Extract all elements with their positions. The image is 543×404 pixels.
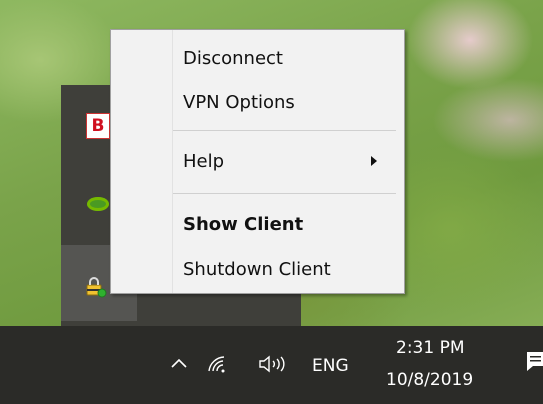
- input-language[interactable]: ENG: [312, 356, 349, 376]
- menu-icon-gutter: [111, 30, 173, 293]
- menu-item-show-client[interactable]: Show Client: [173, 207, 404, 241]
- menu-item-label: Shutdown Client: [183, 258, 331, 280]
- chevron-up-icon[interactable]: [171, 358, 187, 368]
- clock-date[interactable]: 10/8/2019: [386, 370, 473, 390]
- menu-item-label: Help: [183, 150, 225, 172]
- menu-item-help[interactable]: Help: [173, 144, 404, 178]
- menu-item-vpn-options[interactable]: VPN Options: [173, 85, 404, 119]
- vpn-context-menu: Disconnect VPN Options Help Show Client …: [110, 29, 405, 294]
- menu-item-disconnect[interactable]: Disconnect: [173, 41, 404, 75]
- notifications-icon[interactable]: [526, 350, 543, 378]
- menu-item-label: Show Client: [183, 213, 304, 235]
- menu-item-shutdown-client[interactable]: Shutdown Client: [173, 252, 404, 286]
- menu-item-label: Disconnect: [183, 47, 283, 69]
- menu-item-label: VPN Options: [183, 91, 295, 113]
- menu-separator: [173, 193, 396, 194]
- wifi-icon[interactable]: [207, 354, 229, 374]
- menu-separator: [173, 130, 396, 131]
- volume-icon[interactable]: [258, 354, 292, 374]
- submenu-arrow-icon: [371, 156, 377, 166]
- clock-time[interactable]: 2:31 PM: [396, 338, 465, 358]
- taskbar: ENG 2:31 PM 10/8/2019: [0, 326, 543, 404]
